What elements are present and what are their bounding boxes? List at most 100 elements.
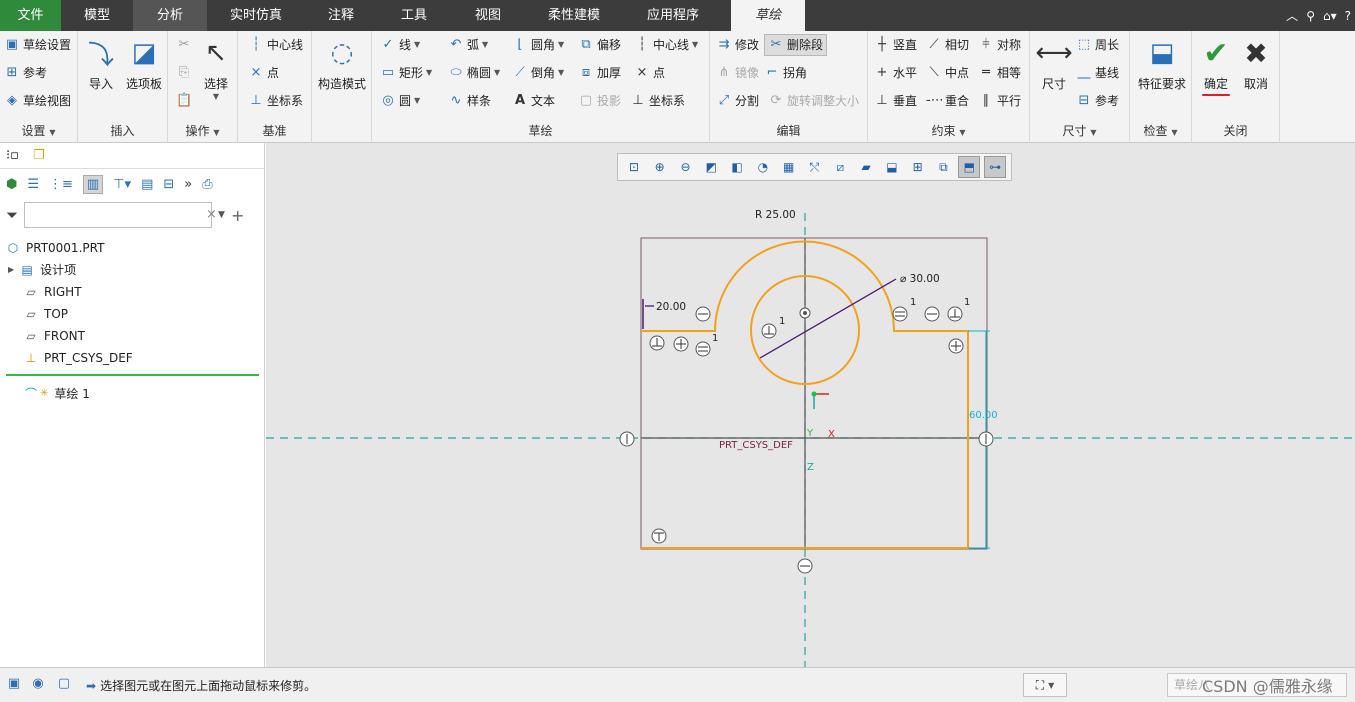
references-button[interactable]: ⊞ 参考 [4,62,47,84]
group-label-operations[interactable]: 操作 ▼ [168,122,237,139]
line-button[interactable]: ✓ 线 ▼ [380,34,421,56]
tab-tools[interactable]: 工具 [377,0,451,31]
circle-button[interactable]: ◎ 圆 ▼ [380,90,420,112]
delete-segment-button[interactable]: ✂ 删除段 [764,34,828,56]
baseline-button[interactable]: ⎽ 基线 [1076,62,1119,84]
search-icon[interactable]: ⚲ [1306,9,1315,23]
dim-60-label[interactable]: 60.00 [969,410,998,421]
model-icon[interactable]: ⬢ [6,177,17,192]
tab-model[interactable]: 模型 [61,0,133,31]
insert-here-indicator[interactable] [6,374,259,376]
datum-display-icon[interactable]: ▰ [855,156,877,178]
tab-view[interactable]: 视图 [451,0,525,31]
saved-views-icon[interactable]: ◔ [752,156,774,178]
point-button[interactable]: × 点 [634,62,665,84]
group-label-inspect[interactable]: 检查 ▼ [1130,122,1191,139]
datum-point-button[interactable]: × 点 [248,62,279,84]
tab-simulation[interactable]: 实时仿真 [207,0,305,31]
ok-button[interactable]: ✔ 确定 [1198,35,1234,96]
sketch-display-icon[interactable]: ⬒ [958,156,981,178]
selection-filter-button[interactable]: ⛶ ▼ [1023,673,1067,697]
tree-settings-icon[interactable]: ▤ [141,177,153,192]
tab-applications[interactable]: 应用程序 [623,0,723,31]
offset-button[interactable]: ⧉ 偏移 [578,34,621,56]
view-manager-icon[interactable]: ▦ [778,156,800,178]
dim-radius-label[interactable]: R 25.00 [755,209,796,221]
perpendicular-constraint-button[interactable]: ⊥ 垂直 [874,90,917,112]
sketch-orient-icon[interactable]: ⧉ [933,156,955,178]
dim-20-label[interactable]: 20.00 [656,301,686,313]
expand-more-icon[interactable]: » [184,177,192,192]
tree-item-part[interactable]: ⬡ PRT0001.PRT [6,238,105,258]
zoom-out-icon[interactable]: ⊖ [675,156,697,178]
tab-file[interactable]: 文件 [0,0,61,31]
tab-flexible-modeling[interactable]: 柔性建模 [525,0,623,31]
tree-search-input[interactable] [24,202,213,228]
mirror-button[interactable]: ⋔ 镜像 [716,62,759,84]
cancel-button[interactable]: ✖ 取消 [1238,35,1274,92]
equal-constraint-button[interactable]: ═ 相等 [978,62,1021,84]
text-button[interactable]: A 文本 [512,90,555,112]
display-style-icon[interactable]: ◧ [726,156,748,178]
tab-analysis[interactable]: 分析 [133,0,207,31]
tree-item-right[interactable]: ▱ RIGHT [24,282,81,302]
constraint-marker[interactable] [892,306,908,322]
tree-list-icon[interactable]: ☰ [27,177,39,192]
fullscreen-icon[interactable]: ▢ [54,676,74,696]
group-label-settings[interactable]: 设置 ▼ [0,122,77,139]
section-icon[interactable]: ⧄ [829,156,851,178]
tangent-constraint-button[interactable]: ⟋ 相切 [926,34,969,56]
vertical-constraint-button[interactable]: ┼ 竖直 [874,34,917,56]
modify-button[interactable]: ⇉ 修改 [716,34,759,56]
constraint-marker[interactable] [695,341,711,357]
feature-requirements-button[interactable]: ⬓ 特征要求 [1132,35,1192,92]
sketch-view-button[interactable]: ◈ 草绘视图 [4,90,71,112]
sketch-drawing[interactable]: 60.00 ⌀ 30.00 R 25.00 20.00 1 1 1 1 Y X … [266,143,1355,667]
tree-filter-icon[interactable]: ⊤▾ [113,177,131,192]
model-tree-tab-icon[interactable]: ⁝▫ [6,148,19,163]
browser-toggle-icon[interactable]: ◉ [28,676,48,696]
chamfer-button[interactable]: ⟋ 倒角 ▼ [512,62,564,84]
tree-item-front[interactable]: ▱ FRONT [24,326,85,346]
ellipse-button[interactable]: ⬭ 椭圆 ▼ [448,62,500,84]
coincident-constraint-button[interactable]: -⋯ 重合 [926,90,969,112]
midpoint-constraint-button[interactable]: ⟍ 中点 [926,62,969,84]
tree-layer-icon[interactable]: ▥ [82,174,104,194]
navigator-toggle-icon[interactable]: ▣ [4,676,24,696]
corner-button[interactable]: ⌐ 拐角 [764,62,807,84]
cut-icon[interactable]: ✂ [176,34,192,56]
dim-diameter-label[interactable]: ⌀ 30.00 [900,273,940,285]
thicken-button[interactable]: ⧈ 加厚 [578,62,621,84]
import-button[interactable]: ⤵ 导入 [82,35,120,92]
project-button[interactable]: ▢ 投影 [578,90,621,112]
collapse-ribbon-icon[interactable]: ︿ [1286,7,1298,24]
symmetric-constraint-button[interactable]: ⫩ 对称 [978,34,1021,56]
perspective-icon[interactable]: ⤲ [804,156,826,178]
arc-button[interactable]: ↶ 弧 ▼ [448,34,489,56]
zoom-in-icon[interactable]: ⊕ [649,156,671,178]
tree-show-icon[interactable]: ⊟ [163,177,174,192]
tree-item-csys[interactable]: ⊥ PRT_CSYS_DEF [24,348,133,368]
tree-page-icon[interactable]: ⎙ [202,177,212,192]
sketch-csys-button[interactable]: ⊥ 坐标系 [630,90,685,112]
copy-icon[interactable]: ⎘ [176,62,192,84]
group-label-constrain[interactable]: 约束 ▼ [868,122,1029,139]
constraint-display-icon[interactable]: ⊶ [984,156,1006,178]
dimension-button[interactable]: ⟷ 尺寸 [1034,35,1074,92]
fillet-button[interactable]: ⌊ 圆角 ▼ [512,34,564,56]
parallel-constraint-button[interactable]: ∥ 平行 [978,90,1021,112]
repaint-icon[interactable]: ◩ [700,156,722,178]
select-button[interactable]: ↖ 选择 ▼ [198,35,234,101]
annotation-display-icon[interactable]: ⊞ [907,156,929,178]
reference-dim-button[interactable]: ⊟ 参考 [1076,90,1119,112]
hat-icon[interactable]: ⌂▾ [1323,9,1337,23]
perimeter-button[interactable]: ⬚ 周长 [1076,34,1119,56]
datum-centerline-button[interactable]: ┆ 中心线 [248,34,303,56]
expand-arrow-icon[interactable]: ▶ [8,260,14,280]
palette-button[interactable]: ◪ 选项板 [122,35,166,92]
datum-csys-button[interactable]: ⊥ 坐标系 [248,90,303,112]
folder-browser-tab-icon[interactable]: ❐ [33,148,45,163]
search-dropdown-icon[interactable]: ▼ [218,210,225,220]
spin-center-icon[interactable]: ⬓ [881,156,903,178]
clear-search-icon[interactable]: × [206,207,217,222]
